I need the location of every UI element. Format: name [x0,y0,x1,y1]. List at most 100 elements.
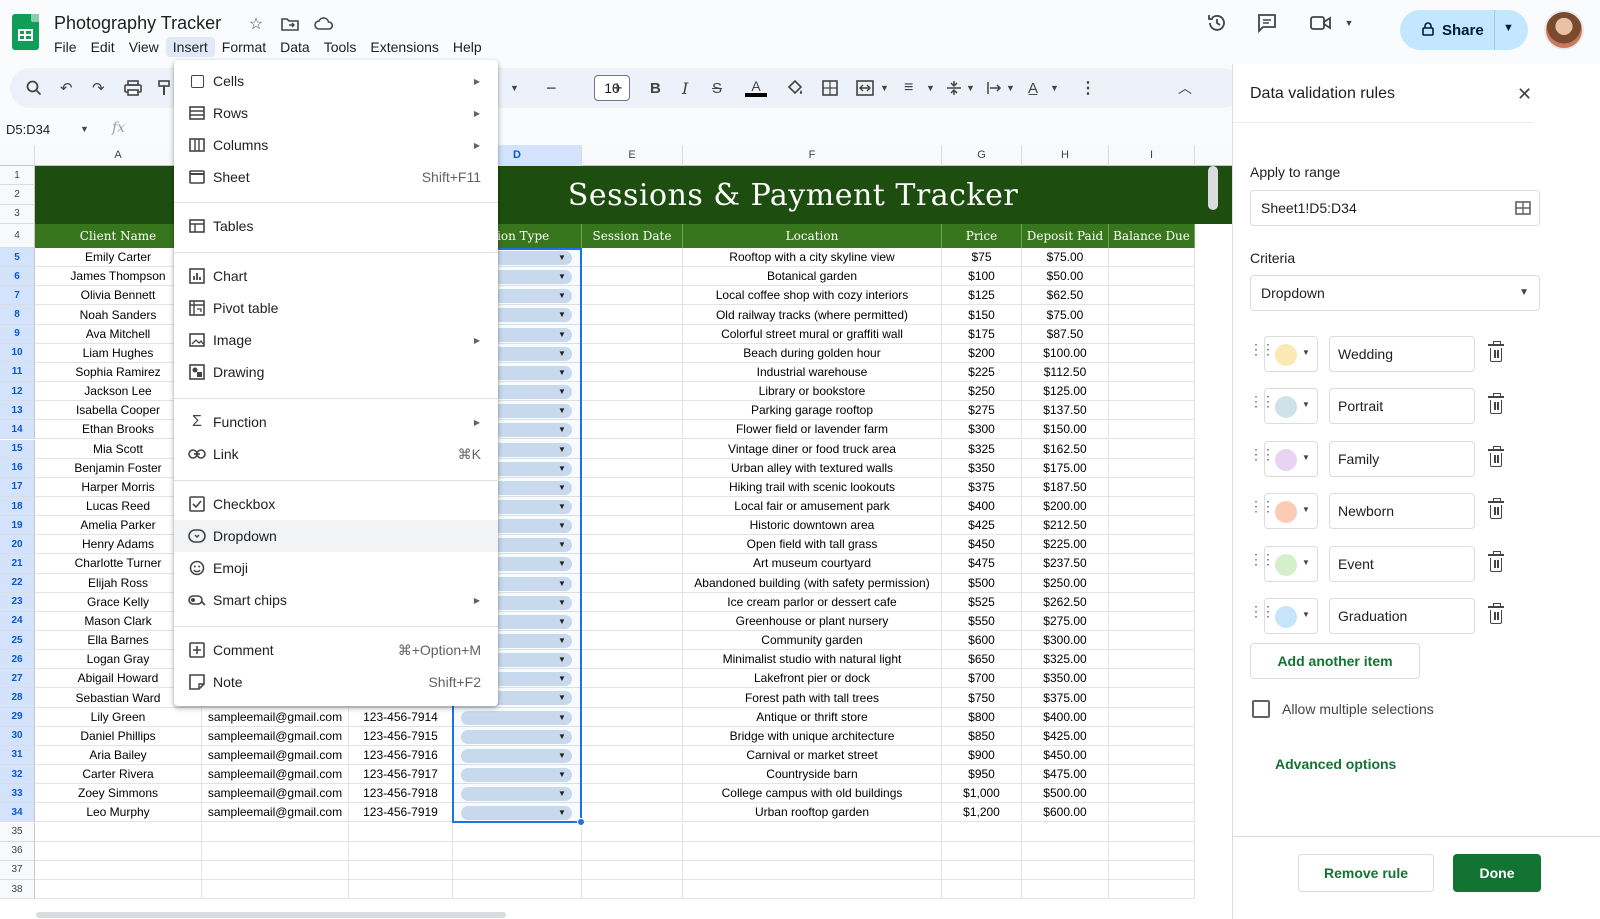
cell[interactable] [349,879,453,900]
cell[interactable] [1109,267,1195,287]
cell[interactable] [942,879,1022,900]
chip-chevron-down-icon[interactable]: ▼ [558,540,566,549]
cell-deposit[interactable]: $175.00 [1022,458,1109,478]
cell-price[interactable]: $400 [942,496,1022,517]
select-range-grid-icon[interactable] [1515,200,1531,216]
cell-price[interactable]: $525 [942,592,1022,612]
comments-icon[interactable] [1254,10,1280,36]
cell[interactable] [1022,860,1109,880]
cell[interactable] [582,726,683,746]
text-rotation-icon[interactable]: A̲ [1028,76,1038,100]
cell[interactable] [1022,841,1109,861]
cell[interactable] [1109,439,1195,459]
cell-deposit[interactable]: $75.00 [1022,305,1109,325]
row-header[interactable]: 16 [0,458,35,478]
cell-name[interactable]: Leo Murphy [35,803,202,823]
cell-location[interactable]: Historic downtown area [683,516,942,536]
row-header[interactable]: 6 [0,267,35,287]
cell[interactable] [1109,707,1195,727]
menu-item-pivot-table[interactable]: Pivot table [174,292,498,324]
cell-price[interactable]: $175 [942,324,1022,344]
fill-handle[interactable] [577,817,585,826]
cell[interactable] [582,592,683,612]
cell[interactable] [1109,592,1195,612]
cell[interactable] [453,879,582,900]
cell-location[interactable]: Antique or thrift store [683,707,942,727]
cell-price[interactable]: $275 [942,401,1022,421]
menu-item-rows[interactable]: Rows ▶ [174,97,498,129]
cell[interactable] [1109,631,1195,651]
row-header[interactable]: 12 [0,382,35,402]
delete-item-trash-icon[interactable] [1487,446,1505,469]
cell-location[interactable]: Ice cream parlor or dessert cafe [683,592,942,612]
cell-deposit[interactable]: $400.00 [1022,707,1109,727]
horizontal-align-icon[interactable]: ≡ [904,76,913,100]
drag-handle-icon[interactable]: ⋮⋮ [1249,499,1275,513]
cell-price[interactable]: $325 [942,439,1022,459]
cell[interactable] [1109,726,1195,746]
chip-chevron-down-icon[interactable]: ▼ [558,598,566,607]
dropdown-item-input[interactable]: Event [1329,546,1475,582]
cell-price[interactable]: $100 [942,267,1022,287]
cell-deposit[interactable]: $87.50 [1022,324,1109,344]
cell[interactable] [1109,401,1195,421]
chip-chevron-down-icon[interactable]: ▼ [558,406,566,415]
cell[interactable] [35,879,202,900]
row-header[interactable]: 21 [0,554,35,574]
cell[interactable] [582,477,683,497]
horizontal-scrollbar[interactable] [36,912,506,918]
menu-data[interactable]: Data [273,37,317,57]
cell[interactable] [582,803,683,823]
search-menus-icon[interactable] [26,76,42,100]
name-box-chevron-down-icon[interactable]: ▼ [80,124,89,134]
cell[interactable] [582,784,683,804]
cell-deposit[interactable]: $237.50 [1022,554,1109,574]
menu-edit[interactable]: Edit [84,37,122,57]
column-header-i[interactable]: I [1109,145,1195,166]
row-header[interactable]: 13 [0,401,35,421]
cell[interactable] [1109,669,1195,689]
cell-location[interactable]: Community garden [683,631,942,651]
chip-chevron-down-icon[interactable]: ▼ [558,636,566,645]
italic-icon[interactable]: I [682,76,688,100]
vertical-scrollbar[interactable] [1208,166,1218,210]
row-header[interactable]: 35 [0,822,35,842]
cell[interactable] [1109,611,1195,631]
cell-price[interactable]: $375 [942,477,1022,497]
chip-chevron-down-icon[interactable]: ▼ [558,674,566,683]
cell-deposit[interactable]: $137.50 [1022,401,1109,421]
cell[interactable] [1109,382,1195,402]
cell-location[interactable]: Industrial warehouse [683,362,942,383]
cell-deposit[interactable]: $200.00 [1022,496,1109,517]
session-type-dropdown-chip[interactable] [461,787,572,802]
cell-deposit[interactable]: $150.00 [1022,420,1109,440]
cell[interactable] [1109,362,1195,383]
dropdown-item-input[interactable]: Portrait [1329,388,1475,424]
row-header[interactable]: 38 [0,879,35,900]
cell-deposit[interactable]: $450.00 [1022,745,1109,766]
row-header[interactable]: 4 [0,224,35,248]
chip-chevron-down-icon[interactable]: ▼ [558,464,566,473]
paint-format-icon[interactable] [158,76,170,100]
cell-price[interactable]: $500 [942,573,1022,593]
avatar[interactable] [1544,10,1584,50]
column-header-f[interactable]: F [683,145,942,166]
chip-chevron-down-icon[interactable]: ▼ [558,387,566,396]
chip-chevron-down-icon[interactable]: ▼ [558,770,566,779]
add-another-item-button[interactable]: Add another item [1250,643,1420,679]
session-type-dropdown-chip[interactable] [461,806,572,821]
delete-item-trash-icon[interactable] [1487,551,1505,574]
cloud-status-icon[interactable] [314,14,334,34]
valign-chevron-down-icon[interactable]: ▼ [966,76,975,100]
drag-handle-icon[interactable]: ⋮⋮ [1249,394,1275,408]
cell[interactable] [1109,765,1195,785]
cell-email[interactable]: sampleemail@gmail.com [202,745,349,766]
cell[interactable] [1109,248,1195,268]
cell[interactable] [582,420,683,440]
cell[interactable] [202,860,349,880]
cell-location[interactable]: Minimalist studio with natural light [683,650,942,670]
cell-price[interactable]: $600 [942,631,1022,651]
cell[interactable] [582,267,683,287]
cell[interactable] [582,401,683,421]
cell-location[interactable]: Botanical garden [683,267,942,287]
